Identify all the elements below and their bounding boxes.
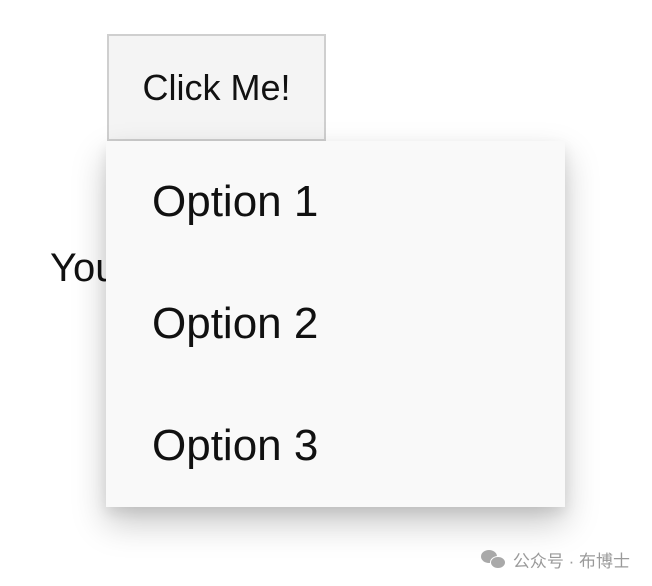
- menu-item-option-3[interactable]: Option 3: [106, 385, 565, 507]
- watermark: 公众号 · 布博士: [480, 547, 630, 572]
- page: You Click Me! Option 1 Option 2 Option 3…: [0, 0, 652, 586]
- watermark-text: 公众号 · 布博士: [512, 552, 630, 571]
- click-me-button[interactable]: Click Me!: [107, 34, 326, 141]
- menu-item-option-2[interactable]: Option 2: [106, 263, 565, 385]
- menu-item-option-1[interactable]: Option 1: [106, 141, 565, 263]
- wechat-icon: [480, 549, 507, 570]
- dropdown-menu: Option 1 Option 2 Option 3: [106, 141, 565, 507]
